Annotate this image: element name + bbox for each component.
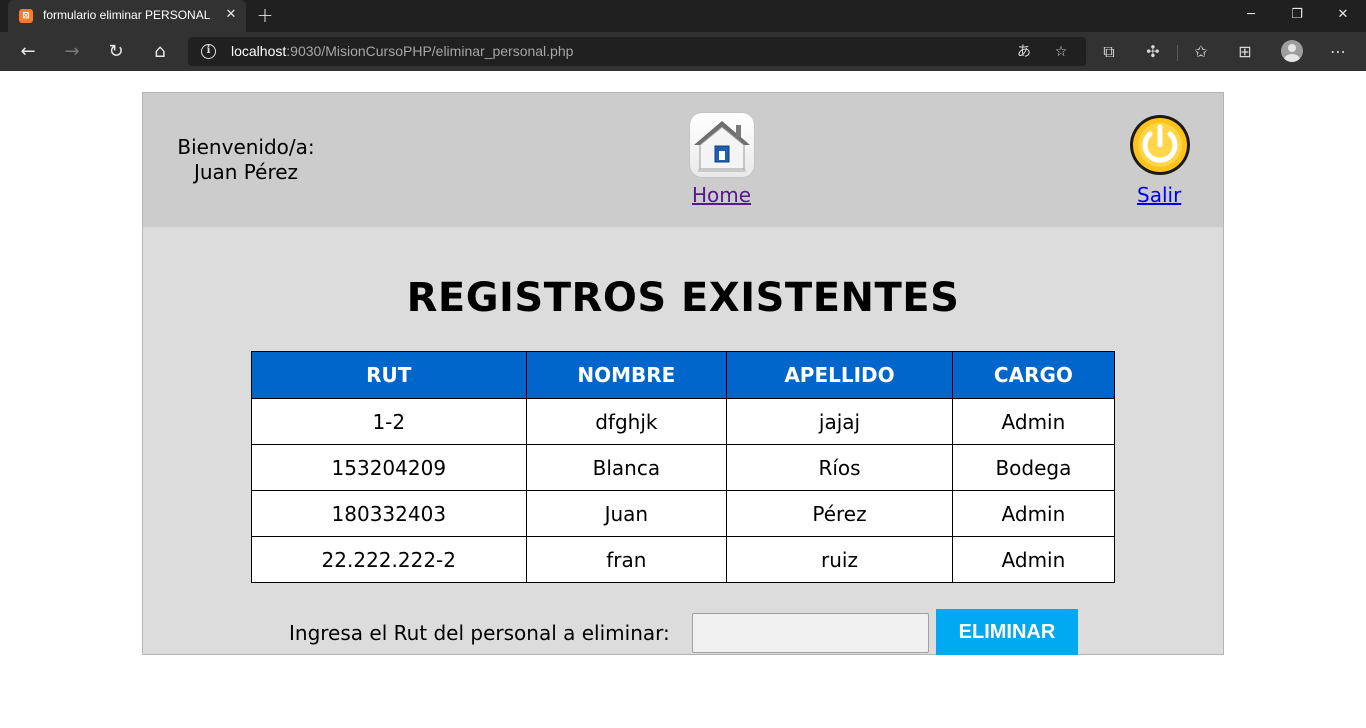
new-tab-button[interactable]: + (254, 4, 276, 26)
favorites-icon[interactable]: ✩ (1190, 41, 1212, 63)
table-row: 1-2 dfghjk jajaj Admin (251, 398, 1116, 445)
page-title: REGISTROS EXISTENTES (406, 275, 960, 321)
cell-rut: 153204209 (251, 444, 527, 491)
rut-field-label: Ingresa el Rut del personal a eliminar: (289, 621, 670, 645)
rut-input[interactable] (692, 613, 929, 653)
cell-nombre: Juan (525, 490, 728, 537)
cell-apellido: Ríos (726, 444, 953, 491)
cell-nombre: dfghjk (525, 398, 728, 445)
collections-icon[interactable]: ⧉ (1098, 41, 1120, 63)
tab-collections-icon[interactable]: ⊞ (1234, 41, 1256, 63)
cell-cargo: Admin (951, 398, 1116, 445)
browser-titlebar: ⊠ formulario eliminar PERSONAL ✕ + ─ ❐ ✕ (0, 0, 1366, 32)
profile-avatar-icon[interactable] (1281, 40, 1303, 62)
forward-button[interactable]: → (57, 37, 87, 67)
cell-apellido: jajaj (726, 398, 953, 445)
restore-button[interactable]: ❐ (1274, 0, 1320, 32)
column-header-apellido: APELLIDO (726, 351, 953, 399)
minimize-button[interactable]: ─ (1228, 0, 1274, 32)
browser-toolbar: ← → ↻ ⌂ i localhost:9030/MisionCursoPHP/… (0, 32, 1366, 71)
delete-button[interactable]: ELIMINAR (936, 609, 1078, 655)
cell-rut: 1-2 (251, 398, 527, 445)
add-favorite-icon[interactable]: ☆ (1050, 41, 1072, 63)
cell-nombre: fran (525, 536, 728, 583)
page-header: Bienvenido/a: Juan Pérez Home Salir (143, 93, 1223, 227)
page-container: Bienvenido/a: Juan Pérez Home Salir REGI… (142, 92, 1224, 655)
welcome-message: Bienvenido/a: Juan Pérez (173, 135, 319, 185)
cell-apellido: ruiz (726, 536, 953, 583)
url-host: localhost (231, 43, 287, 59)
column-header-rut: RUT (251, 351, 527, 399)
table-row: 153204209 Blanca Ríos Bodega (251, 444, 1116, 491)
power-icon[interactable] (1128, 113, 1192, 177)
url-text[interactable]: localhost:9030/MisionCursoPHP/eliminar_p… (231, 43, 573, 59)
table-row: 180332403 Juan Pérez Admin (251, 490, 1116, 537)
site-info-icon[interactable]: i (201, 44, 216, 59)
cell-rut: 180332403 (251, 490, 527, 537)
table-header-row: RUT NOMBRE APELLIDO CARGO (251, 351, 1116, 399)
cell-rut: 22.222.222-2 (251, 536, 527, 583)
home-link[interactable]: Home (692, 183, 751, 207)
read-aloud-icon[interactable]: あ (1013, 41, 1035, 63)
url-path: :9030/MisionCursoPHP/eliminar_personal.p… (286, 43, 574, 59)
toolbar-separator (1177, 45, 1178, 61)
home-button[interactable]: ⌂ (145, 37, 175, 67)
delete-form: Ingresa el Rut del personal a eliminar: … (143, 609, 1223, 655)
cell-cargo: Bodega (951, 444, 1116, 491)
tab-title: formulario eliminar PERSONAL (43, 8, 211, 22)
welcome-label: Bienvenido/a: (177, 135, 315, 159)
cell-apellido: Pérez (726, 490, 953, 537)
close-window-button[interactable]: ✕ (1320, 0, 1366, 32)
column-header-nombre: NOMBRE (525, 351, 728, 399)
address-bar[interactable]: i localhost:9030/MisionCursoPHP/eliminar… (188, 37, 1086, 66)
cell-cargo: Admin (951, 536, 1116, 583)
tab-close-icon[interactable]: ✕ (223, 6, 239, 24)
reload-button[interactable]: ↻ (101, 37, 131, 67)
more-menu-icon[interactable]: ⋯ (1327, 41, 1349, 63)
logout-link[interactable]: Salir (1137, 183, 1181, 207)
house-icon[interactable] (690, 113, 754, 177)
cell-cargo: Admin (951, 490, 1116, 537)
table-row: 22.222.222-2 fran ruiz Admin (251, 536, 1116, 583)
column-header-cargo: CARGO (951, 351, 1116, 399)
extensions-icon[interactable]: ✣ (1142, 41, 1164, 63)
browser-tab-active[interactable]: ⊠ formulario eliminar PERSONAL ✕ (8, 0, 246, 32)
user-name: Juan Pérez (193, 160, 299, 184)
back-button[interactable]: ← (13, 37, 43, 67)
xampp-favicon-icon: ⊠ (19, 9, 33, 23)
records-table: RUT NOMBRE APELLIDO CARGO 1-2 dfghjk jaj… (251, 351, 1116, 583)
cell-nombre: Blanca (525, 444, 728, 491)
